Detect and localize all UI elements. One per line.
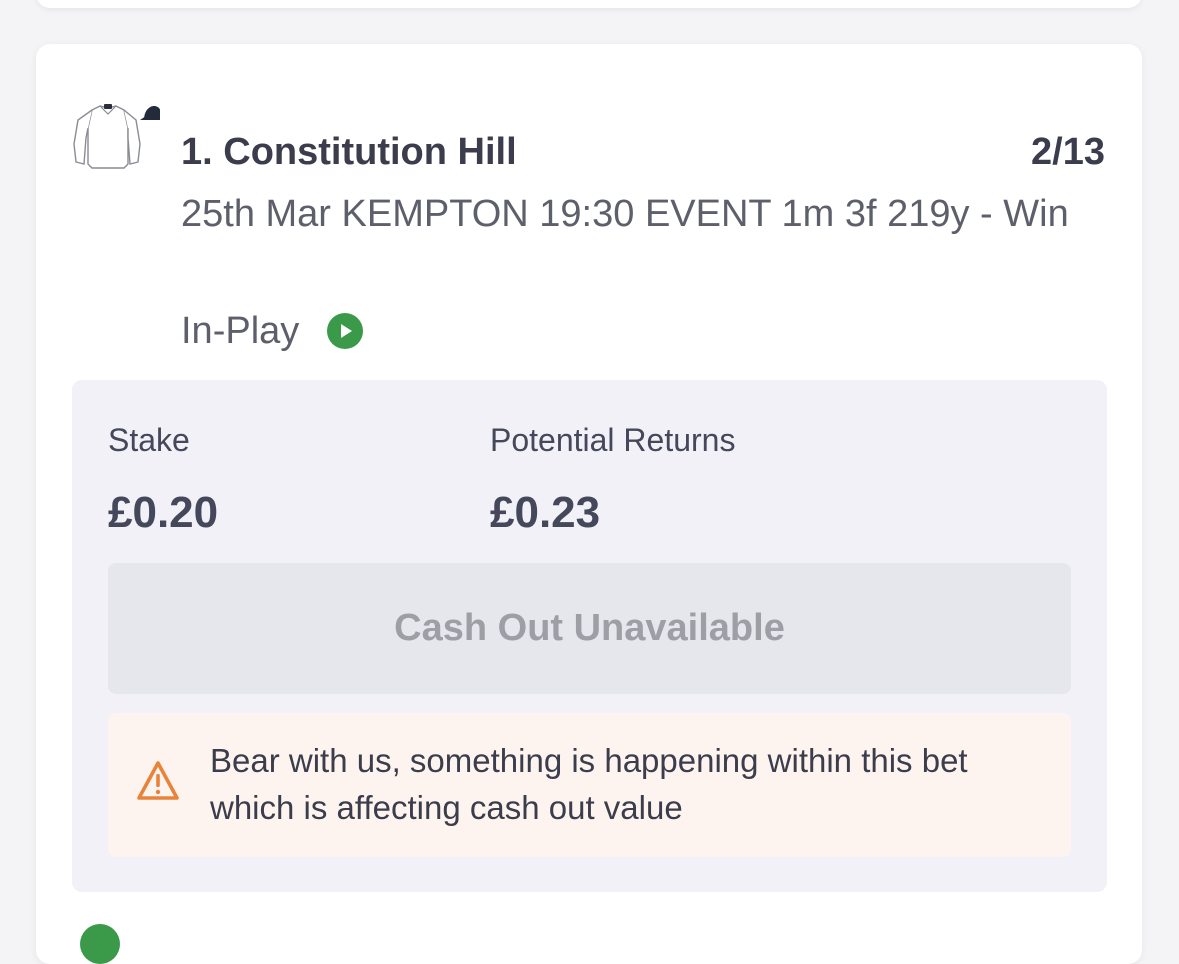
in-play-label: In-Play xyxy=(181,310,300,352)
status-dot-icon xyxy=(80,924,120,964)
cash-out-warning: Bear with us, something is happening wit… xyxy=(108,713,1071,857)
in-play-indicator: In-Play xyxy=(181,306,364,356)
warning-message: Bear with us, something is happening wit… xyxy=(210,742,968,826)
stake-label: Stake xyxy=(108,422,190,458)
bet-summary-panel: Stake Potential Returns £0.20 £0.23 Cash… xyxy=(72,380,1107,892)
stake-value: £0.20 xyxy=(108,488,219,537)
event-details: 25th Mar KEMPTON 19:30 EVENT 1m 3f 219y … xyxy=(181,193,1069,235)
potential-returns-label: Potential Returns xyxy=(490,422,736,458)
play-circle-icon[interactable] xyxy=(327,313,364,349)
warning-triangle-icon xyxy=(137,761,179,800)
runner-name: 1. Constitution Hill xyxy=(181,131,517,173)
previous-bet-card xyxy=(36,0,1142,8)
bet-card: 1. Constitution Hill 2/13 25th Mar KEMPT… xyxy=(36,44,1142,964)
odds-price: 2/13 xyxy=(1031,131,1105,173)
cash-out-button[interactable]: Cash Out Unavailable xyxy=(108,563,1071,694)
jockey-silks-icon xyxy=(73,104,160,169)
potential-returns-value: £0.23 xyxy=(490,488,601,537)
